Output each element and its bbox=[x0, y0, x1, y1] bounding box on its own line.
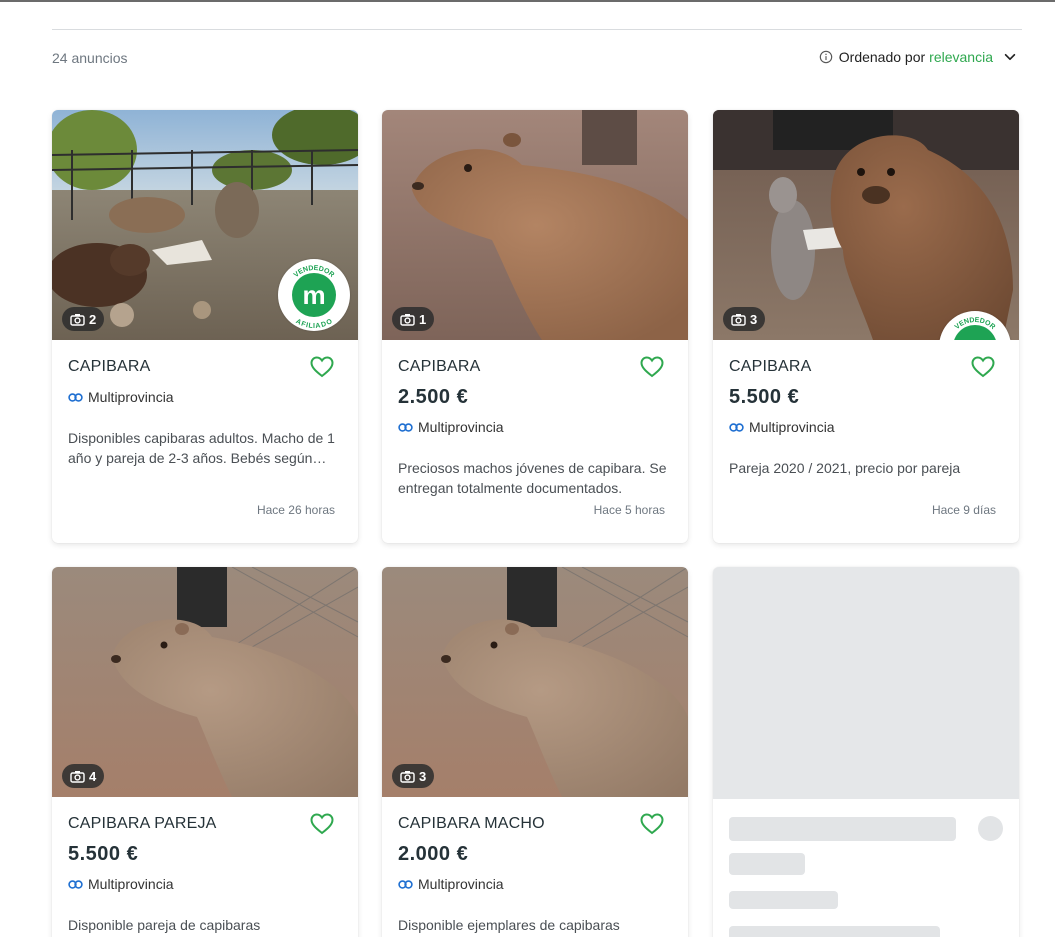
skeleton-desc-bar bbox=[729, 926, 940, 937]
listing-photo[interactable]: 2 VENDEDOR AFILIADO m bbox=[52, 110, 358, 340]
chevron-down-icon[interactable] bbox=[1003, 50, 1017, 64]
header-divider bbox=[52, 29, 1022, 30]
listing-photo[interactable]: 1 bbox=[382, 110, 688, 340]
sort-value[interactable]: relevancia bbox=[929, 49, 993, 65]
photo-count-badge: 1 bbox=[392, 307, 435, 331]
info-icon[interactable] bbox=[819, 50, 833, 64]
location-link-icon bbox=[398, 422, 413, 432]
listing-price: 2.000 € bbox=[398, 843, 469, 865]
listing-time: Hace 5 horas bbox=[593, 503, 665, 517]
camera-icon bbox=[70, 770, 85, 783]
skeleton-title-bar bbox=[729, 817, 956, 841]
listing-location: Multiprovincia bbox=[729, 419, 835, 435]
listing-card[interactable]: 3 CAPIBARA MACHO 2.000 € Multiprovincia … bbox=[382, 567, 688, 937]
heart-outline-icon[interactable] bbox=[310, 356, 334, 378]
top-border bbox=[0, 0, 1055, 2]
loading-skeleton-card bbox=[713, 567, 1019, 937]
photo-count-badge: 4 bbox=[62, 764, 105, 788]
photo-count-badge: 3 bbox=[723, 307, 766, 331]
skeleton-icon bbox=[978, 816, 1003, 841]
listing-description: Preciosos machos jóvenes de capibara. Se… bbox=[398, 460, 667, 496]
listing-time: Hace 9 días bbox=[931, 503, 996, 517]
camera-icon bbox=[400, 313, 415, 326]
listing-title[interactable]: CAPIBARA MACHO bbox=[398, 815, 545, 833]
sort-dropdown[interactable]: Ordenado por relevancia bbox=[819, 49, 1017, 65]
skeleton-image bbox=[713, 567, 1019, 799]
sort-label: Ordenado por bbox=[838, 49, 926, 65]
affiliated-seller-badge: VENDEDOR AFILIADO m bbox=[278, 259, 350, 331]
listing-card[interactable]: 3 VENDEDOR CAPIBARA 5.500 € Multiprovinc… bbox=[713, 110, 1019, 543]
listing-card[interactable]: 4 CAPIBARA PAREJA 5.500 € Multiprovincia… bbox=[52, 567, 358, 937]
heart-outline-icon[interactable] bbox=[640, 813, 664, 835]
location-link-icon bbox=[68, 879, 83, 889]
listing-price: 2.500 € bbox=[398, 386, 469, 408]
location-link-icon bbox=[398, 879, 413, 889]
listing-photo[interactable]: 3 bbox=[382, 567, 688, 797]
heart-outline-icon[interactable] bbox=[310, 813, 334, 835]
listing-title[interactable]: CAPIBARA bbox=[398, 358, 481, 376]
listing-image bbox=[713, 110, 1019, 340]
location-link-icon bbox=[729, 422, 744, 432]
skeleton-price-bar bbox=[729, 853, 805, 875]
listing-card[interactable]: 1 CAPIBARA 2.500 € Multiprovincia Precio… bbox=[382, 110, 688, 543]
results-count: 24 anuncios bbox=[52, 50, 128, 66]
listing-image bbox=[382, 110, 688, 340]
listing-description: Pareja 2020 / 2021, precio por pareja bbox=[729, 460, 961, 476]
listing-price: 5.500 € bbox=[68, 843, 139, 865]
listing-photo[interactable]: 4 bbox=[52, 567, 358, 797]
listing-time: Hace 26 horas bbox=[256, 503, 335, 517]
listing-location: Multiprovincia bbox=[398, 419, 504, 435]
svg-text:AFILIADO: AFILIADO bbox=[294, 318, 334, 330]
location-link-icon bbox=[68, 392, 83, 402]
heart-outline-icon[interactable] bbox=[971, 356, 995, 378]
listing-image bbox=[382, 567, 688, 797]
photo-count-badge: 2 bbox=[62, 307, 105, 331]
listing-description: Disponible pareja de capibaras bbox=[68, 917, 261, 933]
skeleton-location-bar bbox=[729, 891, 838, 909]
listing-title[interactable]: CAPIBARA bbox=[729, 358, 812, 376]
listing-description: Disponible ejemplares de capibaras bbox=[398, 917, 620, 933]
listing-image bbox=[52, 567, 358, 797]
badge-logo: m bbox=[292, 273, 336, 317]
camera-icon bbox=[731, 313, 746, 326]
affiliated-seller-badge: VENDEDOR bbox=[939, 311, 1011, 340]
listing-location: Multiprovincia bbox=[68, 876, 174, 892]
listing-price: 5.500 € bbox=[729, 386, 800, 408]
listing-location: Multiprovincia bbox=[68, 389, 174, 405]
heart-outline-icon[interactable] bbox=[640, 356, 664, 378]
listing-title[interactable]: CAPIBARA PAREJA bbox=[68, 815, 217, 833]
listing-title[interactable]: CAPIBARA bbox=[68, 358, 151, 376]
listing-description: Disponibles capibaras adultos. Macho de … bbox=[68, 430, 335, 466]
listing-photo[interactable]: 3 VENDEDOR bbox=[713, 110, 1019, 340]
camera-icon bbox=[70, 313, 85, 326]
listing-card[interactable]: 2 VENDEDOR AFILIADO m CAPIBARA Multiprov… bbox=[52, 110, 358, 543]
photo-count-badge: 3 bbox=[392, 764, 435, 788]
listing-location: Multiprovincia bbox=[398, 876, 504, 892]
camera-icon bbox=[400, 770, 415, 783]
